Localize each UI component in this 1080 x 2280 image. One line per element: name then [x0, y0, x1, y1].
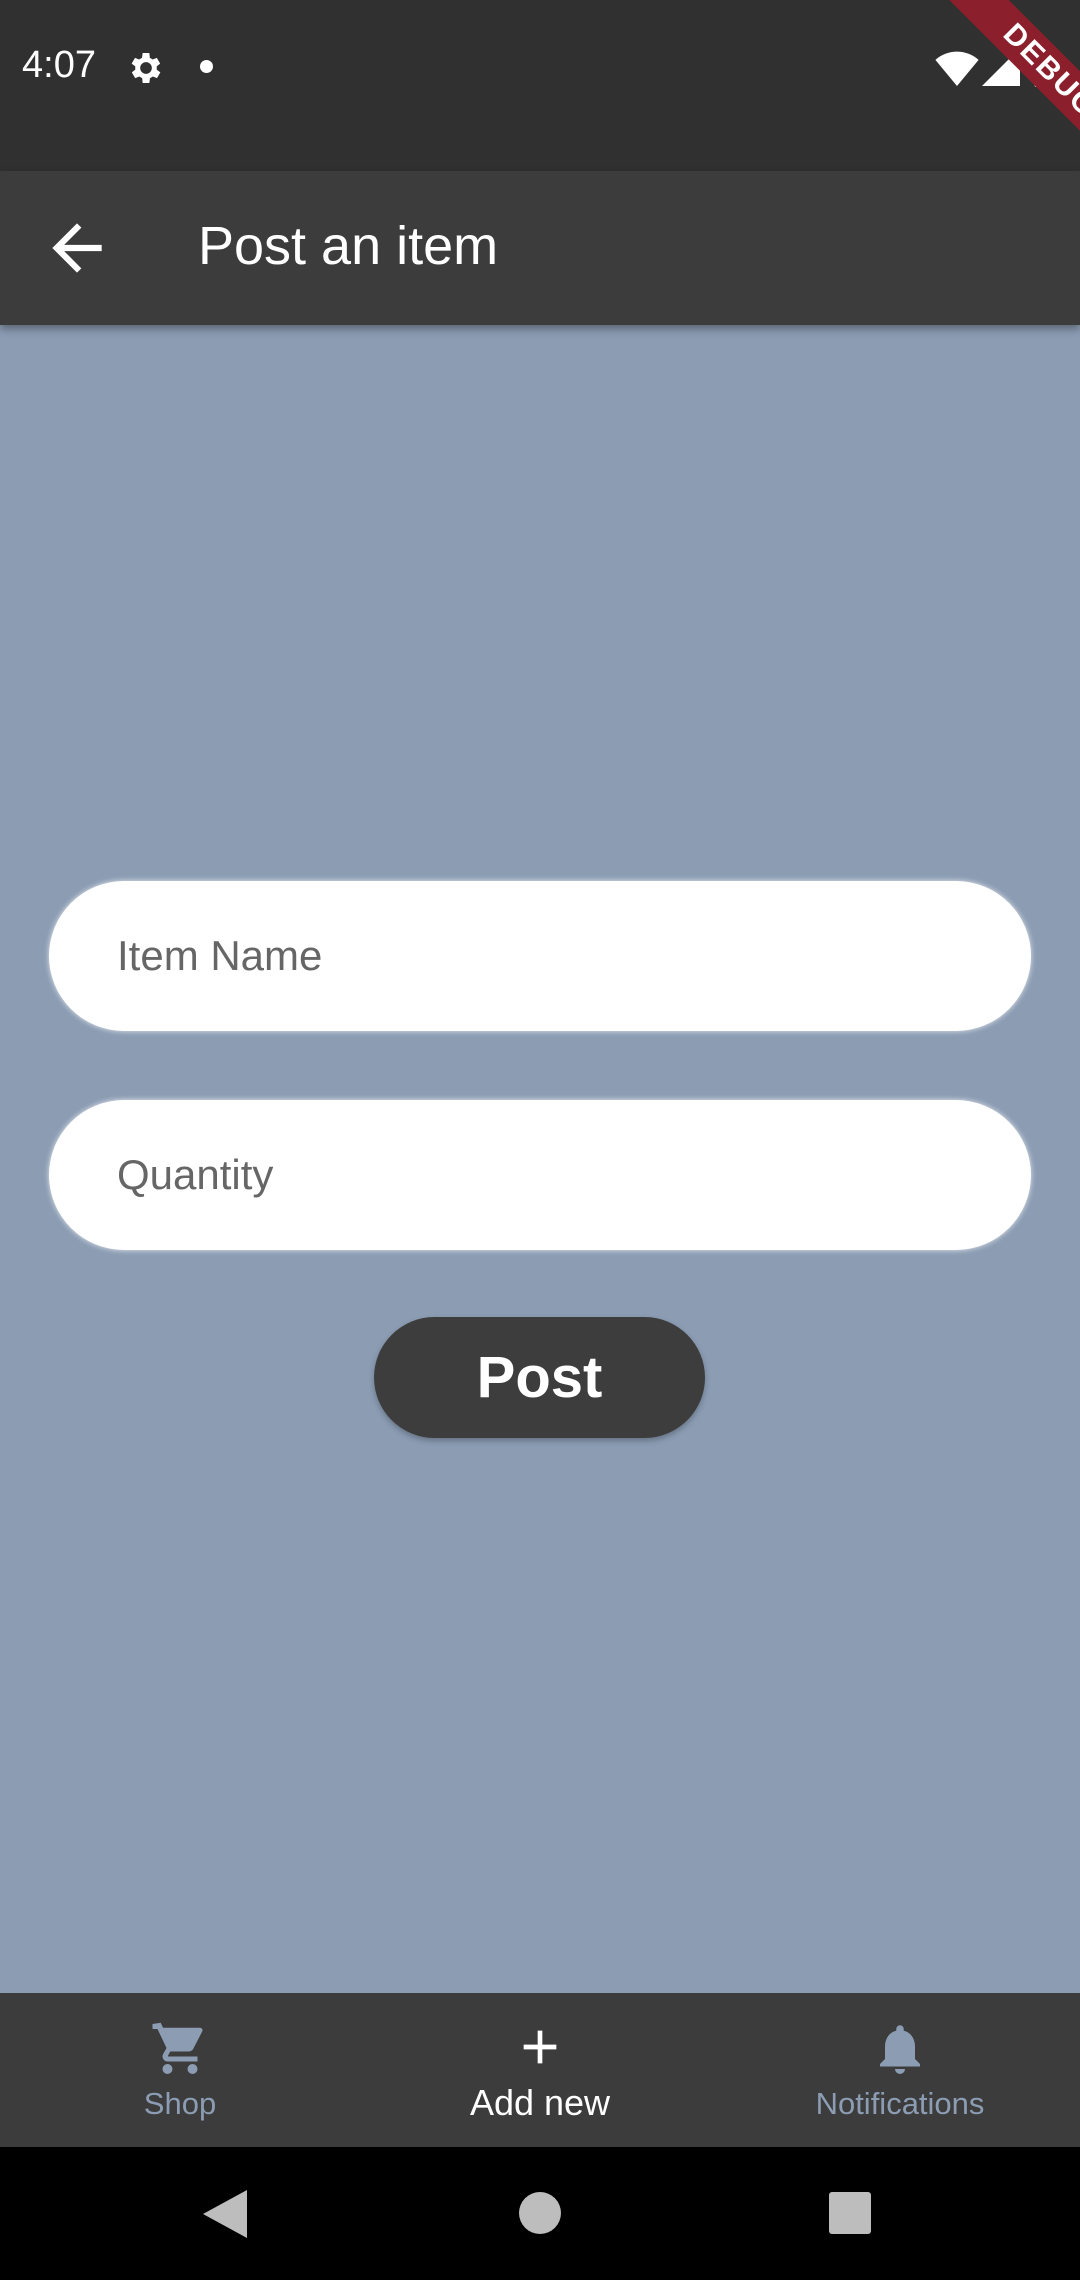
- recents-square-icon[interactable]: [829, 2192, 871, 2234]
- cart-icon: [152, 2022, 203, 2074]
- app-bar: Post an item: [0, 171, 1080, 325]
- home-circle-icon[interactable]: [518, 2191, 562, 2235]
- nav-item-notifications[interactable]: Notifications: [720, 1993, 1080, 2147]
- gear-icon: [131, 53, 161, 83]
- bell-icon: [880, 2025, 920, 2074]
- nav-item-shop[interactable]: Shop: [0, 1993, 360, 2147]
- arrow-back-icon[interactable]: [40, 211, 114, 285]
- page-title: Post an item: [198, 216, 499, 276]
- nav-label-add-new: Add new: [469, 2082, 611, 2123]
- wifi-icon: [935, 51, 979, 86]
- quantity-input[interactable]: [49, 1100, 1031, 1250]
- status-time: 4:07: [22, 44, 96, 86]
- post-button[interactable]: Post: [374, 1317, 705, 1438]
- nav-label-shop: Shop: [143, 2086, 217, 2121]
- nav-item-add-new[interactable]: Add new: [360, 1993, 720, 2147]
- quantity-field[interactable]: [49, 1100, 1031, 1250]
- plus-icon: [523, 2030, 557, 2064]
- back-triangle-icon[interactable]: [203, 2190, 247, 2238]
- item-name-field[interactable]: [49, 881, 1031, 1031]
- notification-dot-icon: [200, 60, 213, 73]
- item-name-input[interactable]: [49, 881, 1031, 1031]
- system-navigation-bar: [0, 2147, 1080, 2280]
- status-bar: 4:07 DEBUG: [0, 0, 1080, 171]
- bottom-navigation: Shop Add new Notifications: [0, 1993, 1080, 2147]
- nav-label-notifications: Notifications: [815, 2086, 985, 2121]
